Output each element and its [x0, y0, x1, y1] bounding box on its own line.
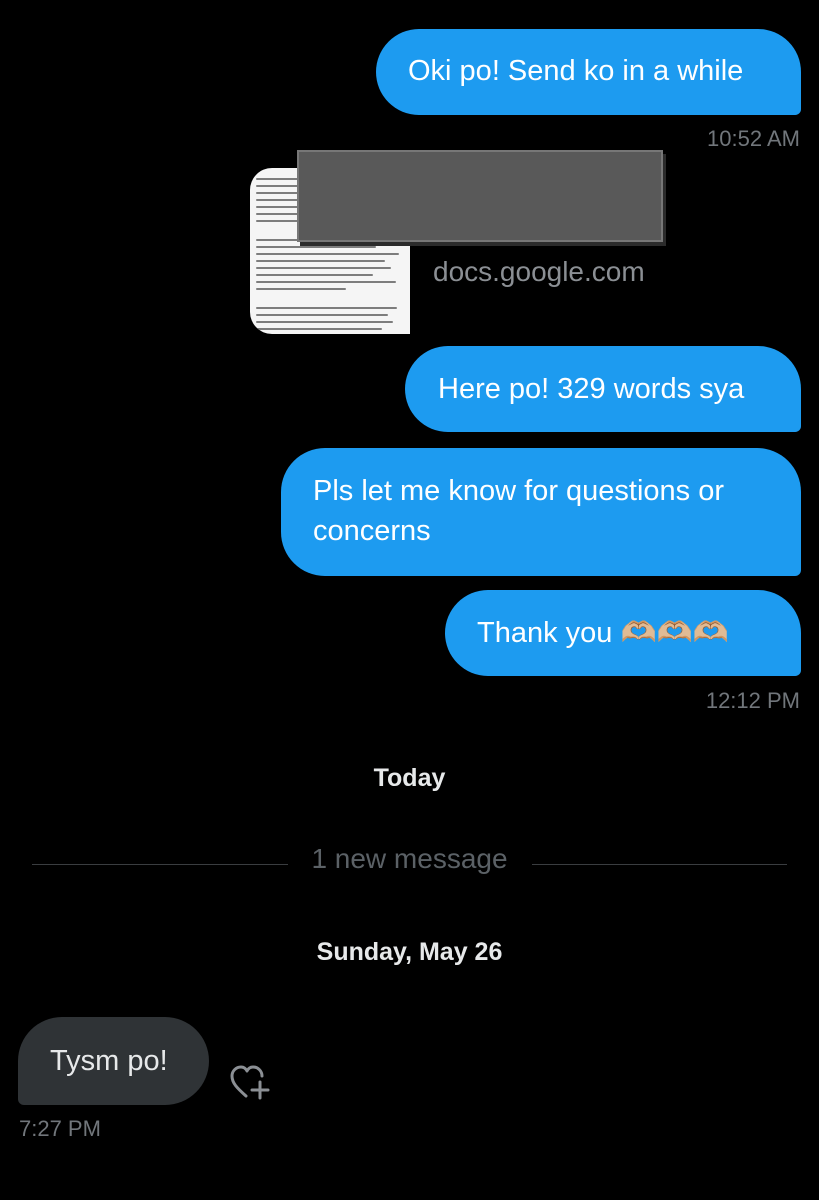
message-text: Pls let me know for questions or concern… [313, 475, 725, 547]
heart-add-icon[interactable] [229, 1062, 271, 1102]
outgoing-message[interactable]: Thank you 🫶🏼🫶🏼🫶🏼 [445, 590, 801, 676]
message-text: Tysm po! [50, 1045, 168, 1077]
incoming-message[interactable]: Tysm po! [18, 1017, 209, 1105]
message-text: Oki po! Send ko in a while [408, 55, 744, 87]
new-message-indicator: 1 new message [311, 843, 508, 874]
date-separator: Sunday, May 26 [316, 938, 503, 966]
divider-line-right [532, 864, 787, 865]
outgoing-message[interactable]: Pls let me know for questions or concern… [281, 448, 801, 576]
outgoing-message[interactable]: Oki po! Send ko in a while [376, 29, 801, 115]
preview-domain: docs.google.com [433, 256, 645, 287]
outgoing-message[interactable]: Here po! 329 words sya [405, 346, 801, 432]
message-timestamp: 10:52 AM [707, 126, 800, 151]
date-separator-today: Today [373, 764, 446, 792]
message-text: Here po! 329 words sya [438, 373, 745, 405]
redacted-title-block [297, 150, 663, 242]
message-timestamp: 12:12 PM [705, 688, 800, 713]
message-text: Thank you 🫶🏼🫶🏼🫶🏼 [477, 617, 729, 649]
message-timestamp: 7:27 PM [19, 1116, 101, 1141]
